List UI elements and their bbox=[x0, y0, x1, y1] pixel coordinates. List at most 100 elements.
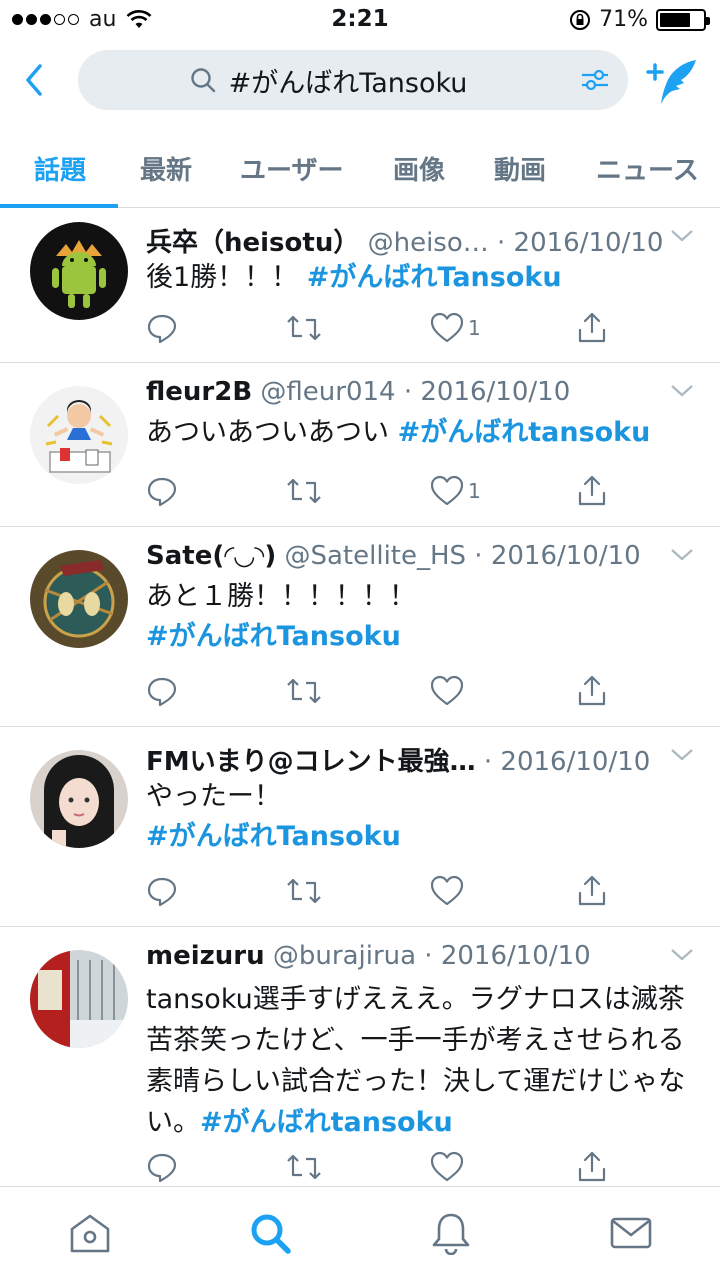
tweet-header: fleur2B @fleur014 · 2016/10/10 bbox=[146, 377, 676, 407]
search-icon[interactable] bbox=[248, 1211, 292, 1255]
avatar[interactable] bbox=[30, 950, 128, 1048]
tweet-body: 後1勝！！！ bbox=[146, 262, 299, 293]
retweet-button[interactable] bbox=[286, 310, 322, 346]
tweet-text: 後1勝！！！ #がんばれTansoku bbox=[146, 260, 696, 296]
share-button[interactable] bbox=[576, 673, 608, 709]
hashtag-link[interactable]: #がんばれTansoku bbox=[307, 262, 562, 293]
tweet-header: 兵卒（heisotu） @heiso… · 2016/10/10 bbox=[146, 222, 676, 259]
chevron-down-icon[interactable] bbox=[670, 383, 694, 399]
tweet-author-name[interactable]: FMいまり@コレント最強… bbox=[146, 747, 476, 777]
tweet-text: やったー！ #がんばれTansoku bbox=[146, 779, 696, 855]
avatar[interactable] bbox=[30, 222, 128, 320]
avatar[interactable] bbox=[30, 550, 128, 648]
tab-news[interactable]: ニュース bbox=[596, 150, 699, 187]
compose-tweet-icon[interactable] bbox=[646, 58, 698, 106]
retweet-icon bbox=[287, 478, 321, 504]
tweet-actions: 1 bbox=[146, 310, 616, 346]
notifications-icon[interactable] bbox=[429, 1211, 473, 1255]
chevron-down-icon[interactable] bbox=[670, 228, 694, 244]
reply-button[interactable] bbox=[146, 473, 178, 509]
messages-icon[interactable] bbox=[609, 1211, 653, 1255]
tweet-text: あと１勝！！！！！！ #がんばれTansoku bbox=[146, 579, 696, 655]
reply-button[interactable] bbox=[146, 873, 178, 909]
tab-photos[interactable]: 画像 bbox=[393, 150, 445, 187]
search-header: #がんばれTansoku bbox=[0, 40, 720, 124]
avatar[interactable] bbox=[30, 750, 128, 848]
search-box[interactable]: #がんばれTansoku bbox=[78, 50, 628, 110]
like-count: 1 bbox=[468, 479, 481, 503]
heart-icon bbox=[430, 875, 464, 906]
heart-icon bbox=[430, 1151, 464, 1182]
reply-button[interactable] bbox=[146, 673, 178, 709]
share-icon bbox=[578, 1151, 606, 1182]
tweet-actions bbox=[146, 673, 616, 709]
retweet-icon bbox=[287, 1154, 321, 1180]
share-button[interactable] bbox=[576, 473, 608, 509]
chevron-down-icon[interactable] bbox=[670, 747, 694, 763]
hashtag-link[interactable]: #がんばれtansoku bbox=[398, 417, 651, 448]
like-button[interactable] bbox=[430, 673, 468, 709]
tweet-author-name[interactable]: fleur2B bbox=[146, 377, 252, 407]
tweet-author-name[interactable]: 兵卒（heisotu） bbox=[146, 228, 359, 258]
hashtag-link[interactable]: #がんばれTansoku bbox=[146, 819, 696, 855]
hashtag-link[interactable]: #がんばれTansoku bbox=[146, 619, 696, 655]
filter-icon[interactable] bbox=[580, 66, 610, 94]
tweet-meta: · 2016/10/10 bbox=[483, 747, 651, 777]
like-button[interactable] bbox=[430, 1149, 468, 1185]
tweet-body: あついあついあつい bbox=[146, 417, 389, 448]
like-button[interactable]: 1 bbox=[430, 310, 481, 346]
like-button[interactable]: 1 bbox=[430, 473, 481, 509]
tweet-item[interactable]: meizuru @burajirua · 2016/10/10 tansoku選… bbox=[0, 927, 720, 1186]
share-icon bbox=[578, 875, 606, 906]
battery-icon bbox=[656, 8, 710, 31]
tab-latest[interactable]: 最新 bbox=[140, 150, 192, 187]
heart-icon bbox=[430, 675, 464, 706]
heart-icon bbox=[430, 475, 464, 506]
tweet-header: meizuru @burajirua · 2016/10/10 bbox=[146, 941, 676, 971]
tab-top[interactable]: 話題 bbox=[34, 150, 86, 187]
reply-icon bbox=[147, 877, 177, 907]
reply-button[interactable] bbox=[146, 310, 178, 346]
tweet-meta: @Satellite_HS · 2016/10/10 bbox=[284, 541, 641, 571]
hashtag-link[interactable]: #がんばれtansoku bbox=[200, 1107, 453, 1138]
reply-icon bbox=[147, 477, 177, 507]
reply-icon bbox=[147, 677, 177, 707]
share-button[interactable] bbox=[576, 873, 608, 909]
tweet-meta: @burajirua · 2016/10/10 bbox=[272, 941, 591, 971]
retweet-button[interactable] bbox=[286, 1149, 322, 1185]
avatar[interactable] bbox=[30, 386, 128, 484]
tweet-author-name[interactable]: Sate(◜◡◝) bbox=[146, 541, 276, 571]
like-button[interactable] bbox=[430, 873, 468, 909]
share-button[interactable] bbox=[576, 1149, 608, 1185]
chevron-down-icon[interactable] bbox=[670, 547, 694, 563]
tweet-header: Sate(◜◡◝) @Satellite_HS · 2016/10/10 bbox=[146, 541, 676, 571]
heart-icon bbox=[430, 312, 464, 343]
tab-users[interactable]: ユーザー bbox=[240, 150, 343, 187]
tab-videos[interactable]: 動画 bbox=[494, 150, 546, 187]
share-icon bbox=[578, 675, 606, 706]
tweet-item[interactable]: Sate(◜◡◝) @Satellite_HS · 2016/10/10 あと１… bbox=[0, 527, 720, 727]
tweet-item[interactable]: fleur2B @fleur014 · 2016/10/10 あついあついあつい… bbox=[0, 363, 720, 527]
tweet-item[interactable]: 兵卒（heisotu） @heiso… · 2016/10/10 後1勝！！！ … bbox=[0, 208, 720, 363]
tweet-author-name[interactable]: meizuru bbox=[146, 941, 265, 971]
reply-button[interactable] bbox=[146, 1149, 178, 1185]
chevron-left-icon[interactable] bbox=[20, 60, 50, 100]
share-button[interactable] bbox=[576, 310, 608, 346]
search-query[interactable]: #がんばれTansoku bbox=[229, 61, 468, 100]
share-icon bbox=[578, 312, 606, 343]
reply-icon bbox=[147, 1153, 177, 1183]
tweet-actions bbox=[146, 1149, 616, 1185]
retweet-button[interactable] bbox=[286, 673, 322, 709]
tweet-header: FMいまり@コレント最強… · 2016/10/10 bbox=[146, 741, 676, 778]
retweet-button[interactable] bbox=[286, 473, 322, 509]
like-count: 1 bbox=[468, 316, 481, 340]
retweet-button[interactable] bbox=[286, 873, 322, 909]
status-right: 71% bbox=[569, 7, 710, 32]
status-bar: au 2:21 71% bbox=[0, 0, 720, 40]
tweet-item[interactable]: FMいまり@コレント最強… · 2016/10/10 やったー！ #がんばれTa… bbox=[0, 727, 720, 927]
search-tabs: 話題 最新 ユーザー 画像 動画 ニュース bbox=[0, 124, 720, 208]
tweet-meta: @heiso… · 2016/10/10 bbox=[367, 228, 664, 258]
home-icon[interactable] bbox=[68, 1211, 112, 1255]
tweet-actions bbox=[146, 873, 616, 909]
chevron-down-icon[interactable] bbox=[670, 947, 694, 963]
